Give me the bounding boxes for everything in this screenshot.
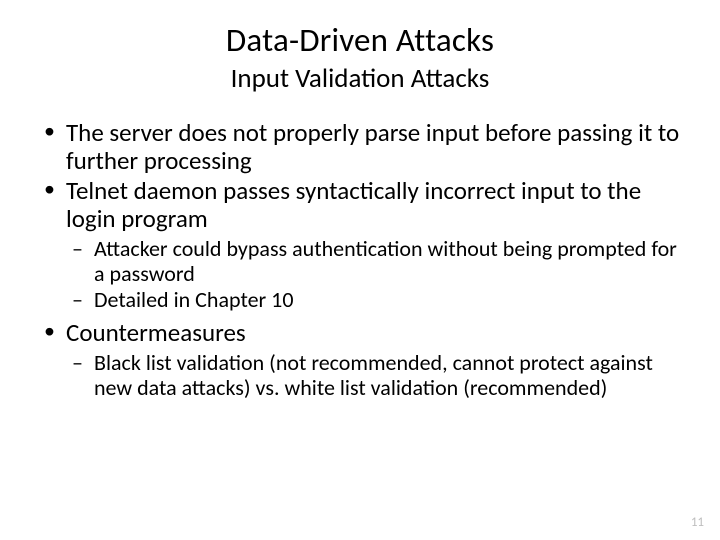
body-text: The server does not properly parse input…	[38, 119, 682, 400]
bullet-item: The server does not properly parse input…	[38, 119, 682, 175]
bullet-text: Telnet daemon passes syntactically incor…	[66, 175, 641, 234]
bullet-list: The server does not properly parse input…	[38, 119, 682, 400]
sub-bullet-list: Attacker could bypass authentication wit…	[66, 237, 682, 313]
bullet-text: Countermeasures	[66, 317, 246, 348]
slide-title: Data-Driven Attacks	[38, 20, 682, 60]
bullet-item: Countermeasures Black list validation (n…	[38, 319, 682, 400]
bullet-text: The server does not properly parse input…	[66, 117, 679, 176]
slide-subtitle: Input Validation Attacks	[38, 62, 682, 95]
sub-bullet-item: Black list validation (not recommended, …	[66, 351, 682, 400]
page-number: 11	[691, 515, 704, 530]
slide-content: Data-Driven Attacks Input Validation Att…	[0, 0, 720, 400]
sub-bullet-text: Detailed in Chapter 10	[94, 286, 293, 313]
sub-bullet-text: Attacker could bypass authentication wit…	[94, 235, 677, 287]
sub-bullet-item: Attacker could bypass authentication wit…	[66, 237, 682, 286]
sub-bullet-item: Detailed in Chapter 10	[66, 288, 682, 313]
sub-bullet-text: Black list validation (not recommended, …	[94, 349, 653, 401]
sub-bullet-list: Black list validation (not recommended, …	[66, 351, 682, 400]
bullet-item: Telnet daemon passes syntactically incor…	[38, 177, 682, 313]
